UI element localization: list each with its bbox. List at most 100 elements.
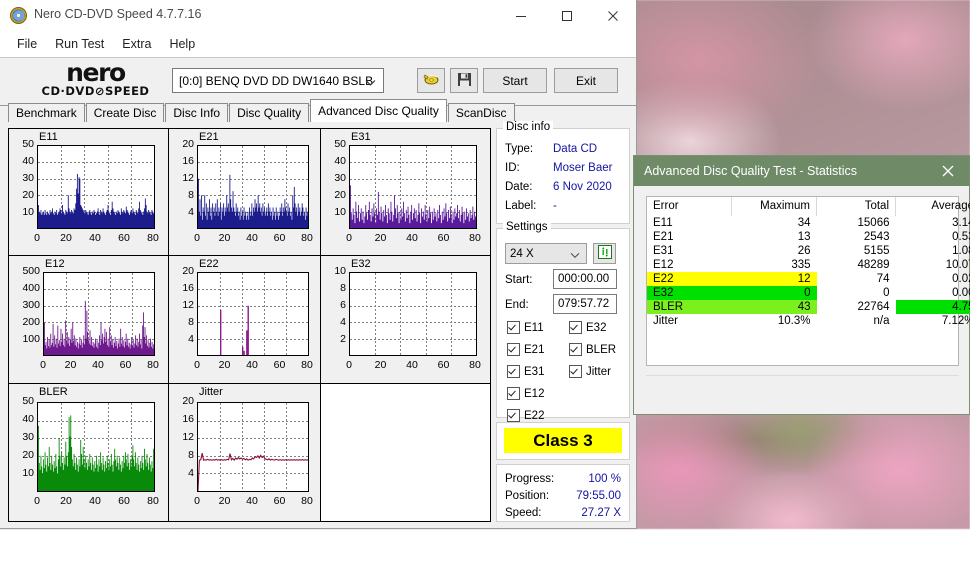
tab-scandisc[interactable]: ScanDisc — [448, 103, 515, 122]
y-axis-tick: 6 — [321, 299, 346, 311]
cell-total: 2543 — [817, 230, 896, 244]
refresh-speed-button[interactable] — [593, 243, 616, 264]
end-time-label: End: — [505, 299, 529, 311]
x-axis-tick: 60 — [112, 232, 136, 244]
chart-cell-e12: E12500400300200100020406080 — [9, 256, 169, 384]
disc-info-label-value: - — [553, 200, 557, 212]
tab-benchmark[interactable]: Benchmark — [8, 103, 85, 122]
cell-total: 74 — [817, 272, 896, 286]
checkbox-e12-label: E12 — [524, 388, 544, 400]
start-time-input[interactable]: 000:00.00 — [553, 269, 617, 289]
checkbox-jitter-label: Jitter — [586, 366, 611, 378]
disc-info-type-value: Data CD — [553, 143, 597, 155]
table-header-row: Error Maximum Total Average — [647, 197, 970, 216]
x-axis-tick: 40 — [240, 495, 264, 507]
checkbox-e12[interactable]: E12 — [507, 387, 544, 400]
y-axis-tick: 12 — [169, 172, 194, 184]
cell-total: 48289 — [817, 258, 896, 272]
cell-error: E31 — [647, 244, 732, 258]
col-header-error: Error — [647, 197, 732, 216]
cell-error: BLER — [647, 300, 732, 314]
y-axis-tick: 20 — [169, 395, 194, 407]
refresh-speed-icon — [598, 245, 612, 262]
x-axis-tick: 80 — [463, 359, 487, 371]
y-axis-tick: 8 — [321, 282, 346, 294]
y-axis-tick: 20 — [321, 189, 346, 201]
x-axis-tick: 20 — [54, 495, 78, 507]
y-axis-tick: 4 — [169, 206, 194, 218]
x-axis-tick: 0 — [185, 495, 209, 507]
tab-disc-quality[interactable]: Disc Quality — [229, 103, 309, 122]
nero-disc-icon — [10, 7, 27, 24]
menu-extra[interactable]: Extra — [113, 35, 160, 53]
checkbox-e11[interactable]: E11 — [507, 321, 544, 334]
speed-select[interactable]: 24 X — [505, 243, 587, 264]
x-axis-tick: 40 — [240, 359, 264, 371]
tab-advanced-disc-quality[interactable]: Advanced Disc Quality — [310, 99, 447, 122]
menu-help[interactable]: Help — [160, 35, 204, 53]
disc-info-date-value: 6 Nov 2020 — [553, 181, 612, 193]
y-axis-tick: 40 — [321, 155, 346, 167]
y-axis-tick: 10 — [9, 206, 34, 218]
y-axis-tick: 16 — [169, 282, 194, 294]
menu-file[interactable]: File — [8, 35, 46, 53]
checkbox-jitter[interactable]: Jitter — [569, 365, 611, 378]
minimize-icon[interactable] — [498, 0, 544, 31]
chart-title: E31 — [351, 131, 371, 143]
x-axis-tick: 40 — [86, 359, 110, 371]
chart-title: E21 — [199, 131, 219, 143]
chart-cell-e11: E115040302010020406080 — [9, 129, 169, 256]
y-axis-tick: 8 — [169, 449, 194, 461]
x-axis-tick: 0 — [337, 359, 361, 371]
maximize-icon[interactable] — [544, 0, 590, 31]
y-axis-tick: 50 — [9, 138, 34, 150]
menu-run-test[interactable]: Run Test — [46, 35, 113, 53]
checkbox-checked-icon — [569, 365, 582, 378]
y-axis-tick: 2 — [321, 333, 346, 345]
class-result-badge: Class 3 — [504, 428, 622, 453]
x-axis-tick: 60 — [432, 359, 456, 371]
tab-create-disc[interactable]: Create Disc — [86, 103, 165, 122]
y-axis-tick: 100 — [9, 333, 40, 345]
eject-disc-button[interactable] — [417, 68, 445, 93]
start-time-label: Start: — [505, 274, 532, 286]
x-axis-tick: 0 — [25, 232, 49, 244]
x-axis-tick: 20 — [59, 359, 83, 371]
cell-maximum: 335 — [732, 258, 817, 272]
statistics-table-container: Error Maximum Total Average E1134150663.… — [646, 196, 959, 366]
table-row: E211325430.53 — [647, 230, 970, 244]
tab-bar: Benchmark Create Disc Disc Info Disc Qua… — [8, 100, 516, 122]
y-axis-tick: 300 — [9, 299, 40, 311]
checkbox-e31[interactable]: E31 — [507, 365, 544, 378]
y-axis-tick: 4 — [169, 467, 194, 479]
checkbox-e11-label: E11 — [524, 322, 544, 334]
drive-select[interactable]: [0:0] BENQ DVD DD DW1640 BSLB — [172, 68, 384, 93]
chart-title: E32 — [351, 258, 371, 270]
close-icon[interactable] — [935, 161, 961, 181]
chevron-down-icon — [365, 76, 376, 90]
checkbox-e21[interactable]: E21 — [507, 343, 544, 356]
x-axis-tick: 0 — [25, 495, 49, 507]
x-axis-tick: 0 — [31, 359, 55, 371]
checkbox-bler[interactable]: BLER — [569, 343, 616, 356]
table-row: E2212740.02 — [647, 272, 970, 286]
close-icon[interactable] — [590, 0, 636, 31]
cell-average: 7.12% — [896, 314, 970, 328]
checkbox-e22[interactable]: E22 — [507, 409, 544, 422]
checkbox-e32[interactable]: E32 — [569, 321, 606, 334]
statistics-title-bar: Advanced Disc Quality Test - Statistics — [634, 156, 969, 186]
checkbox-checked-icon — [507, 409, 520, 422]
cell-error: Jitter — [647, 314, 732, 328]
statistics-table: Error Maximum Total Average E1134150663.… — [647, 197, 970, 328]
end-time-input[interactable]: 079:57.72 — [553, 294, 617, 314]
y-axis-tick: 8 — [169, 316, 194, 328]
y-axis-tick: 12 — [169, 299, 194, 311]
cell-maximum: 10.3% — [732, 314, 817, 328]
save-button[interactable] — [450, 68, 478, 93]
tab-disc-info[interactable]: Disc Info — [165, 103, 228, 122]
cell-total: 15066 — [817, 216, 896, 230]
cell-error: E32 — [647, 286, 732, 300]
exit-button[interactable]: Exit — [554, 68, 618, 93]
y-axis-tick: 30 — [9, 431, 34, 443]
start-button[interactable]: Start — [483, 68, 547, 93]
